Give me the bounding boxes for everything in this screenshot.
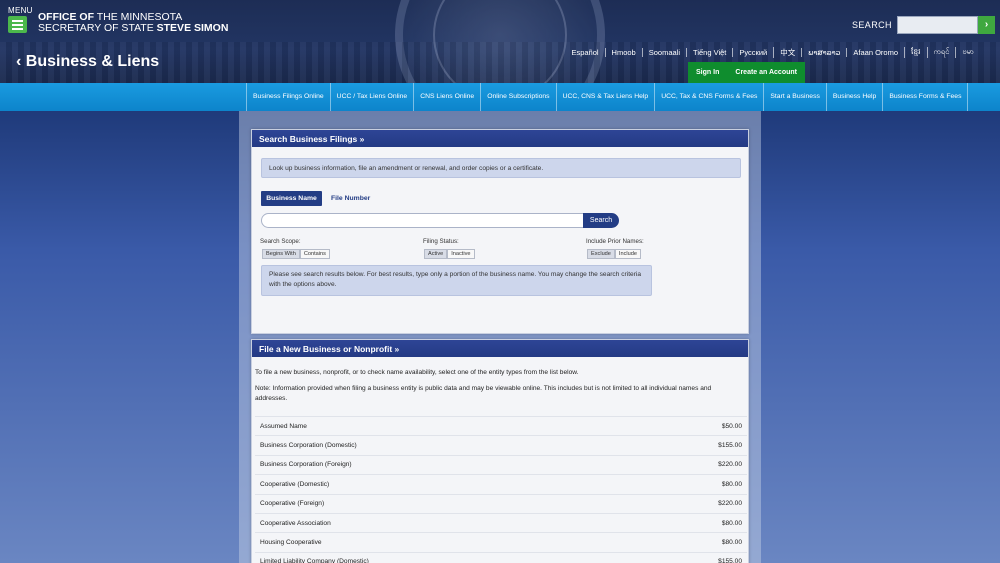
- back-chevron-icon: ‹: [16, 53, 22, 70]
- entity-type-link[interactable]: Cooperative (Foreign): [260, 500, 324, 507]
- filing-status-label: Filing Status:: [423, 238, 459, 245]
- filing-status-toggle: Active Inactive: [424, 249, 475, 259]
- language-link[interactable]: ខ្មែរ: [904, 47, 927, 58]
- table-row[interactable]: Assumed Name $50.00: [255, 416, 747, 436]
- menu-label: MENU: [8, 6, 33, 15]
- search-business-panel: Search Business Filings » Look up busine…: [251, 129, 749, 334]
- nav-item[interactable]: Business Help: [825, 83, 882, 111]
- account-bar: Sign In Create an Account: [688, 62, 805, 83]
- entity-fee: $50.00: [721, 422, 742, 430]
- prior-exclude[interactable]: Exclude: [587, 249, 615, 259]
- entity-fee: $220.00: [718, 500, 742, 508]
- create-account-link[interactable]: Create an Account: [735, 69, 797, 76]
- site-logo[interactable]: OFFICE OF THE MINNESOTA SECRETARY OF STA…: [38, 12, 228, 34]
- file-intro-text: To file a new business, nonprofit, or to…: [255, 369, 579, 376]
- table-row[interactable]: Limited Liability Company (Domestic) $155…: [255, 551, 747, 563]
- nav-item[interactable]: UCC, Tax & CNS Forms & Fees: [654, 83, 763, 111]
- site-search-label: SEARCH: [852, 20, 892, 30]
- entity-fee: $155.00: [718, 558, 742, 563]
- menu-hamburger-icon[interactable]: [8, 16, 27, 33]
- language-link[interactable]: Soomaali: [641, 48, 686, 57]
- search-panel-title[interactable]: Search Business Filings »: [252, 130, 748, 147]
- entity-type-link[interactable]: Business Corporation (Domestic): [260, 442, 357, 449]
- entity-fee: $155.00: [718, 442, 742, 450]
- language-link[interactable]: Español: [565, 48, 604, 57]
- table-row[interactable]: Cooperative (Foreign) $220.00: [255, 493, 747, 513]
- scope-begins-with[interactable]: Begins With: [262, 249, 300, 259]
- table-row[interactable]: Cooperative (Domestic) $80.00: [255, 474, 747, 494]
- nav-item[interactable]: Start a Business: [763, 83, 826, 111]
- nav-item[interactable]: UCC / Tax Liens Online: [329, 83, 414, 111]
- entity-type-link[interactable]: Cooperative (Domestic): [260, 481, 329, 488]
- nav-item[interactable]: Business Filings Online: [246, 83, 330, 111]
- site-header: MENU OFFICE OF THE MINNESOTA SECRETARY O…: [0, 0, 1000, 83]
- language-link[interactable]: ဗမာ: [955, 47, 980, 58]
- file-note-text: Note: Information provided when filing a…: [255, 385, 712, 402]
- nav-item[interactable]: UCC, CNS & Tax Liens Help: [555, 83, 655, 111]
- entity-type-link[interactable]: Limited Liability Company (Domestic): [260, 558, 369, 563]
- section-title[interactable]: ‹ Business & Liens: [16, 53, 159, 71]
- nav-item[interactable]: Business Forms & Fees: [882, 83, 969, 111]
- entity-fee: $220.00: [718, 461, 742, 469]
- entity-fee: $80.00: [721, 539, 742, 547]
- entity-type-link[interactable]: Housing Cooperative: [260, 539, 322, 546]
- search-notice-box: Please see search results below. For bes…: [261, 265, 652, 296]
- site-search-go-icon[interactable]: ›: [978, 16, 995, 34]
- main-nav: Business Filings Online UCC / Tax Liens O…: [0, 83, 1000, 111]
- search-button[interactable]: Search: [583, 213, 619, 228]
- table-row[interactable]: Business Corporation (Domestic) $155.00: [255, 435, 747, 455]
- tab-file-number[interactable]: File Number: [331, 191, 370, 206]
- language-bar: Español Hmoob Soomaali Tiếng Việt Русский 中文ພ…: [565, 47, 980, 58]
- site-search-input[interactable]: [897, 16, 978, 34]
- status-inactive[interactable]: Inactive: [447, 249, 475, 259]
- search-intro-box: Look up business information, file an am…: [261, 158, 741, 178]
- language-link[interactable]: 中文: [773, 47, 801, 58]
- language-link[interactable]: Tiếng Việt: [686, 48, 732, 57]
- prior-include[interactable]: Include: [614, 249, 641, 259]
- business-name-input[interactable]: [261, 213, 584, 228]
- language-link[interactable]: Hmoob: [604, 48, 642, 57]
- entity-type-link[interactable]: Assumed Name: [260, 423, 307, 430]
- file-new-business-panel: File a New Business or Nonprofit » To fi…: [251, 339, 749, 563]
- entity-fee-table: Assumed Name $50.00 Business Corporation (…: [255, 416, 747, 563]
- language-link[interactable]: ကရင်: [926, 47, 956, 58]
- nav-item[interactable]: CNS Liens Online: [413, 83, 480, 111]
- search-scope-toggle: Begins With Contains: [262, 249, 330, 259]
- table-row[interactable]: Cooperative Association $80.00: [255, 512, 747, 533]
- prior-names-label: Include Prior Names:: [586, 238, 644, 245]
- file-panel-title[interactable]: File a New Business or Nonprofit »: [252, 340, 748, 357]
- language-link[interactable]: ພາສາລາວ: [801, 48, 846, 57]
- language-link[interactable]: Afaan Oromo: [846, 48, 904, 57]
- sign-in-link[interactable]: Sign In: [696, 69, 719, 76]
- nav-item[interactable]: Online Subscriptions: [480, 83, 555, 111]
- table-row[interactable]: Business Corporation (Foreign) $220.00: [255, 454, 747, 475]
- entity-type-link[interactable]: Business Corporation (Foreign): [260, 461, 352, 468]
- language-link[interactable]: Русский: [732, 48, 773, 57]
- search-scope-label: Search Scope:: [260, 238, 301, 245]
- entity-fee: $80.00: [721, 519, 742, 527]
- table-row[interactable]: Housing Cooperative $80.00: [255, 532, 747, 552]
- scope-contains[interactable]: Contains: [299, 249, 330, 259]
- prior-names-toggle: Exclude Include: [587, 249, 641, 259]
- entity-fee: $80.00: [721, 480, 742, 488]
- entity-type-link[interactable]: Cooperative Association: [260, 520, 331, 527]
- status-active[interactable]: Active: [424, 249, 448, 259]
- tab-business-name[interactable]: Business Name: [261, 191, 322, 206]
